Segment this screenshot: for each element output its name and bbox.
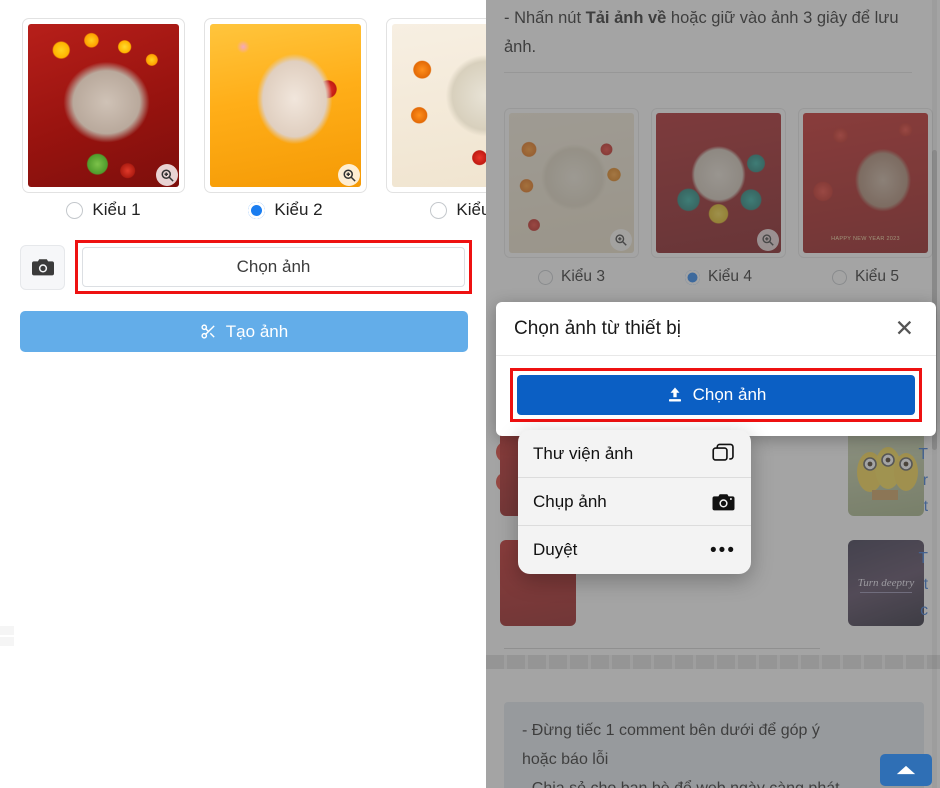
style-option-3[interactable]: Kiểu 3 bbox=[386, 200, 486, 220]
style-option-1[interactable]: Kiểu 1 bbox=[22, 200, 185, 220]
picker-item-label: Duyệt bbox=[533, 540, 578, 559]
create-photo-label: Tạo ảnh bbox=[225, 321, 289, 341]
style-option-label: Kiểu 3 bbox=[456, 200, 486, 219]
left-style-radio-group: Kiểu 1 Kiểu 2 Kiểu 3 bbox=[22, 200, 486, 220]
camera-icon bbox=[711, 492, 736, 512]
thumbnail-image-1 bbox=[28, 24, 179, 187]
picker-item-label: Chụp ảnh bbox=[533, 491, 607, 511]
picker-item-label: Thư viện ảnh bbox=[533, 443, 634, 463]
radio-icon[interactable] bbox=[66, 201, 84, 219]
radio-icon[interactable] bbox=[430, 201, 448, 219]
modal-body: Chọn ảnh bbox=[496, 356, 936, 436]
magnify-plus-icon[interactable] bbox=[338, 164, 360, 186]
thumbnail-card-3[interactable] bbox=[386, 18, 486, 193]
camera-icon bbox=[31, 259, 54, 276]
edge-artifact bbox=[0, 626, 14, 646]
magnify-plus-icon[interactable] bbox=[156, 164, 178, 186]
picker-item-photo-library[interactable]: Thư viện ảnh bbox=[518, 430, 751, 478]
picker-item-browse[interactable]: Duyệt ••• bbox=[518, 526, 751, 574]
ellipsis-icon: ••• bbox=[710, 539, 736, 561]
modal-button-label: Chọn ảnh bbox=[692, 385, 767, 404]
choose-photo-field[interactable]: Chọn ảnh bbox=[82, 247, 465, 287]
thumbnail-image-2 bbox=[210, 24, 361, 187]
style-option-label: Kiểu 2 bbox=[274, 200, 323, 219]
camera-button[interactable] bbox=[20, 244, 65, 290]
close-icon[interactable]: ✕ bbox=[891, 315, 918, 342]
thumbnail-card-2[interactable] bbox=[204, 18, 367, 193]
style-option-2[interactable]: Kiểu 2 bbox=[204, 200, 367, 220]
modal-title: Chọn ảnh từ thiết bị bbox=[514, 317, 681, 339]
choose-photo-modal: Chọn ảnh từ thiết bị ✕ Chọn ảnh bbox=[496, 302, 936, 436]
scroll-to-top-button[interactable] bbox=[880, 754, 932, 786]
thumbnail-card-1[interactable] bbox=[22, 18, 185, 193]
modal-choose-photo-button[interactable]: Chọn ảnh bbox=[517, 375, 915, 415]
modal-header: Chọn ảnh từ thiết bị ✕ bbox=[496, 302, 936, 356]
left-thumbnail-row bbox=[22, 18, 486, 193]
modal-button-highlight: Chọn ảnh bbox=[510, 368, 922, 422]
left-panel: Kiểu 1 Kiểu 2 Kiểu 3 Chọn ảnh bbox=[0, 0, 486, 788]
picker-item-take-photo[interactable]: Chụp ảnh bbox=[518, 478, 751, 526]
choose-photo-row: Chọn ảnh bbox=[20, 240, 472, 294]
radio-icon-selected[interactable] bbox=[248, 201, 266, 219]
scissors-icon bbox=[201, 324, 215, 339]
upload-icon bbox=[668, 387, 681, 402]
photo-library-icon bbox=[712, 443, 736, 464]
screen-root: Kiểu 1 Kiểu 2 Kiểu 3 Chọn ảnh bbox=[0, 0, 940, 788]
create-photo-button[interactable]: Tạo ảnh bbox=[20, 311, 468, 352]
native-file-picker-sheet: Thư viện ảnh Chụp ảnh Duyệt ••• bbox=[518, 430, 751, 574]
choose-photo-highlight: Chọn ảnh bbox=[75, 240, 472, 294]
style-option-label: Kiểu 1 bbox=[92, 200, 141, 219]
thumbnail-image-3 bbox=[392, 24, 486, 187]
chevron-up-icon bbox=[896, 765, 916, 775]
right-panel: - Nhấn nút Tải ảnh về hoặc giữ vào ảnh 3… bbox=[486, 0, 940, 788]
